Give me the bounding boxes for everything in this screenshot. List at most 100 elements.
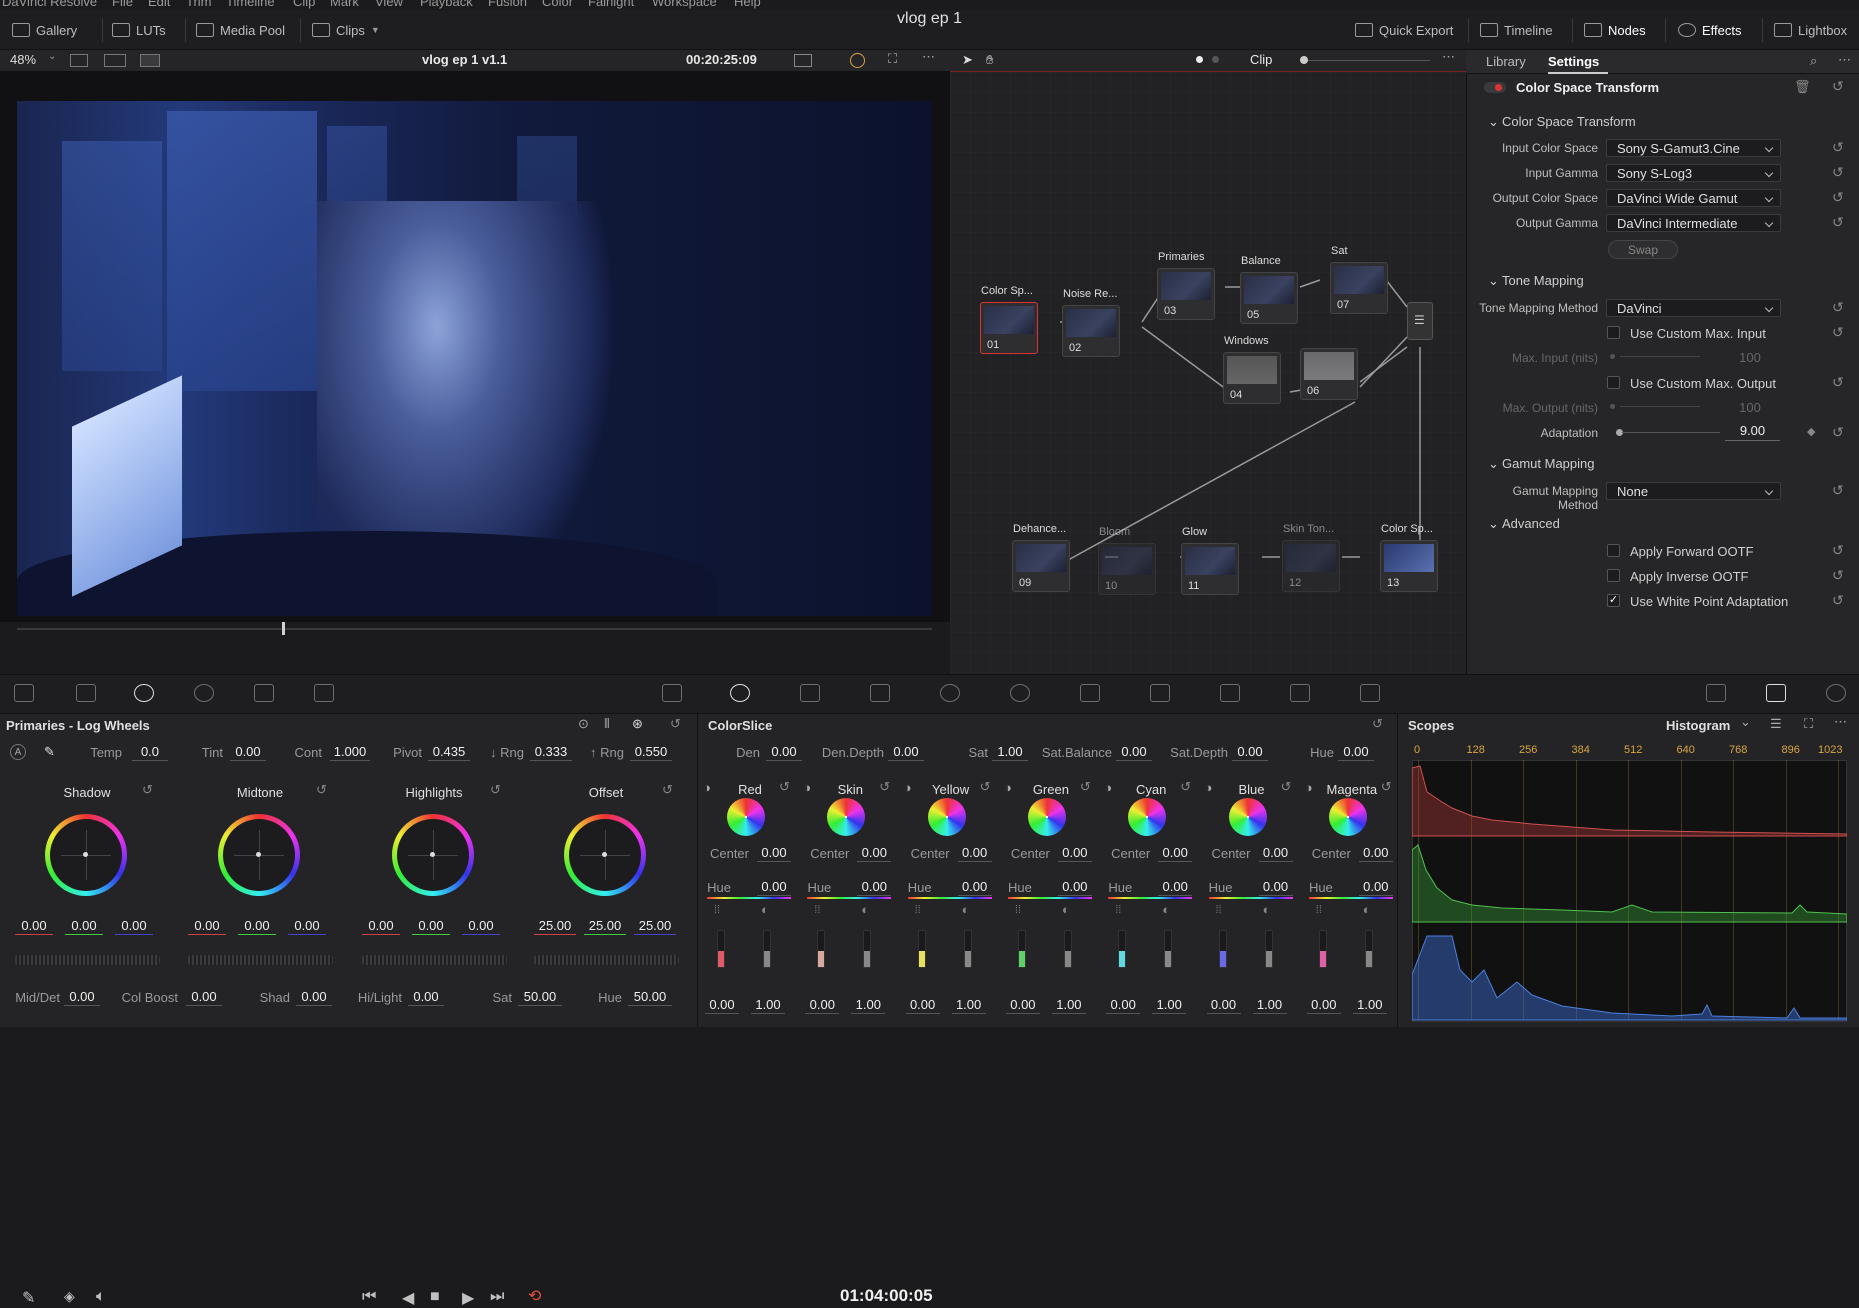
section-cst-chevron-icon[interactable]: ⌄ [1488, 114, 1499, 130]
hue-row-value[interactable]: 0.00 [1057, 878, 1092, 896]
colboost-value[interactable]: 0.00 [186, 988, 222, 1006]
reset-icon[interactable]: ↺ [1832, 592, 1844, 609]
node-05[interactable]: Balance 05 [1240, 255, 1298, 324]
playhead[interactable] [282, 622, 286, 635]
sat-value[interactable]: 50.00 [518, 988, 562, 1006]
window-icon[interactable] [870, 684, 890, 702]
play-button[interactable]: ▶ [462, 1288, 474, 1308]
slice-wheel[interactable] [1328, 798, 1367, 836]
last-frame-button[interactable]: ⏭ [490, 1288, 504, 1306]
node-13[interactable]: Color Sp... 13 [1380, 523, 1438, 592]
sat-bar[interactable] [1118, 930, 1127, 968]
reset-icon[interactable]: ↺ [1381, 779, 1392, 795]
midtone-r[interactable]: 0.00 [188, 917, 226, 935]
clip-icon[interactable] [1360, 684, 1380, 702]
color-warper-icon[interactable] [730, 684, 750, 702]
menu-workspace[interactable]: Workspace [652, 0, 717, 9]
info-icon[interactable] [1826, 684, 1846, 702]
output-color-space-select[interactable]: DaVinci Wide Gamut [1606, 189, 1781, 207]
node-11[interactable]: Glow 11 [1181, 526, 1239, 595]
cs-hue-value[interactable]: 0.00 [1338, 743, 1374, 761]
highlights-wheel[interactable] [392, 814, 474, 896]
node-04[interactable]: Windows 04 [1223, 335, 1281, 404]
video-frame[interactable] [17, 101, 932, 616]
slice-toggle-icon[interactable]: ◑ [1205, 780, 1213, 795]
temp-value[interactable]: 0.0 [132, 743, 168, 761]
grid-icon[interactable]: ⁞⁞ [915, 904, 921, 916]
slice-toggle-icon[interactable]: ◑ [1104, 780, 1112, 795]
scope-more-icon[interactable]: ⋯ [1834, 714, 1847, 730]
offset-g[interactable]: 25.00 [584, 917, 626, 935]
sat-value[interactable]: 0.00 [705, 996, 739, 1014]
slice-toggle-icon[interactable]: ◑ [1305, 780, 1313, 795]
highlights-r[interactable]: 0.00 [362, 917, 400, 935]
density-value[interactable]: 1.00 [1152, 996, 1187, 1014]
sat-value[interactable]: 0.00 [1005, 996, 1040, 1014]
inverse-ootf-checkbox[interactable] [1607, 569, 1620, 582]
slice-toggle-icon[interactable]: ◑ [904, 780, 912, 795]
menu-fairlight[interactable]: Fairlight [588, 0, 634, 9]
input-color-space-select[interactable]: Sony S-Gamut3.Cine [1606, 139, 1781, 157]
tint-value[interactable]: 0.00 [230, 743, 266, 761]
hand-icon[interactable]: ✋︎ [986, 52, 993, 68]
sat-balance-value[interactable]: 0.00 [1116, 743, 1152, 761]
center-value[interactable]: 0.00 [757, 844, 791, 862]
density-bar[interactable] [863, 930, 872, 968]
white-point-checkbox[interactable]: ✓ [1607, 594, 1620, 607]
tab-library[interactable]: Library [1486, 54, 1526, 69]
section-gamut[interactable]: Gamut Mapping [1502, 456, 1595, 471]
max-output-value[interactable]: 100 [1720, 400, 1780, 415]
drop-icon[interactable]: ◐ [761, 902, 769, 917]
reset-icon[interactable]: ↺ [1832, 214, 1844, 231]
sizing-icon[interactable] [1220, 684, 1240, 702]
sat-bar[interactable] [717, 930, 725, 968]
hue-row-value[interactable]: 0.00 [1258, 878, 1293, 896]
scope-mode-select[interactable]: Histogram [1666, 718, 1730, 733]
reset-icon[interactable]: ↺ [1832, 324, 1844, 341]
reset-icon[interactable]: ↺ [662, 782, 673, 798]
reset-icon[interactable]: ↺ [1281, 779, 1292, 795]
node-01[interactable]: Color Sp... 01 [980, 285, 1038, 354]
sat-value[interactable]: 0.00 [805, 996, 840, 1014]
tab-settings[interactable]: Settings [1548, 54, 1599, 69]
sat-depth-value[interactable]: 0.00 [1232, 743, 1268, 761]
low-range-value[interactable]: 0.333 [530, 743, 572, 761]
menu-timeline[interactable]: Timeline [226, 0, 275, 9]
section-advanced-chevron-icon[interactable]: ⌄ [1488, 516, 1499, 532]
drop-icon[interactable]: ◐ [962, 902, 970, 917]
highlights-g[interactable]: 0.00 [412, 917, 450, 935]
den-depth-value[interactable]: 0.00 [888, 743, 924, 761]
reset-icon[interactable]: ↺ [879, 779, 890, 795]
shadow-master-wheel[interactable] [15, 955, 160, 965]
hdr-wheels-icon[interactable] [194, 684, 214, 702]
node-09[interactable]: Dehance... 09 [1012, 523, 1070, 592]
menu-color[interactable]: Color [542, 0, 573, 9]
sat-bar[interactable] [1318, 930, 1327, 968]
section-advanced[interactable]: Advanced [1502, 516, 1560, 531]
sat-bar[interactable] [1017, 930, 1026, 968]
center-value[interactable]: 0.00 [1258, 844, 1293, 862]
offset-b[interactable]: 25.00 [634, 917, 676, 935]
fullscreen-icon[interactable]: ⛶ [888, 51, 897, 67]
grid-icon[interactable]: ⁞⁞ [1015, 904, 1021, 916]
shadow-r[interactable]: 0.00 [15, 917, 53, 935]
blur-icon[interactable] [1080, 684, 1100, 702]
wheels-mode-icon[interactable]: ⊙ [578, 716, 589, 732]
reset-icon[interactable]: ↺ [1832, 189, 1844, 206]
menu-clip[interactable]: Clip [293, 0, 315, 9]
slice-toggle-icon[interactable]: ◑ [1004, 780, 1012, 795]
menu-help[interactable]: Help [734, 0, 761, 9]
trash-icon[interactable]: 🗑︎ [1794, 79, 1811, 95]
menu-edit[interactable]: Edit [148, 0, 170, 9]
midtone-b[interactable]: 0.00 [288, 917, 326, 935]
section-tone[interactable]: Tone Mapping [1502, 273, 1584, 288]
keyframes-icon[interactable] [1706, 684, 1726, 702]
more-options-icon[interactable]: ⋯ [922, 49, 935, 65]
effect-toggle[interactable] [1484, 82, 1506, 93]
reset-icon[interactable]: ↺ [316, 782, 327, 798]
picker-icon[interactable]: ✎ [44, 744, 55, 760]
offset-wheel[interactable] [564, 814, 646, 896]
slice-wheel[interactable] [727, 798, 765, 836]
hue-row-value[interactable]: 0.00 [957, 878, 992, 896]
menu-playback[interactable]: Playback [420, 0, 473, 9]
